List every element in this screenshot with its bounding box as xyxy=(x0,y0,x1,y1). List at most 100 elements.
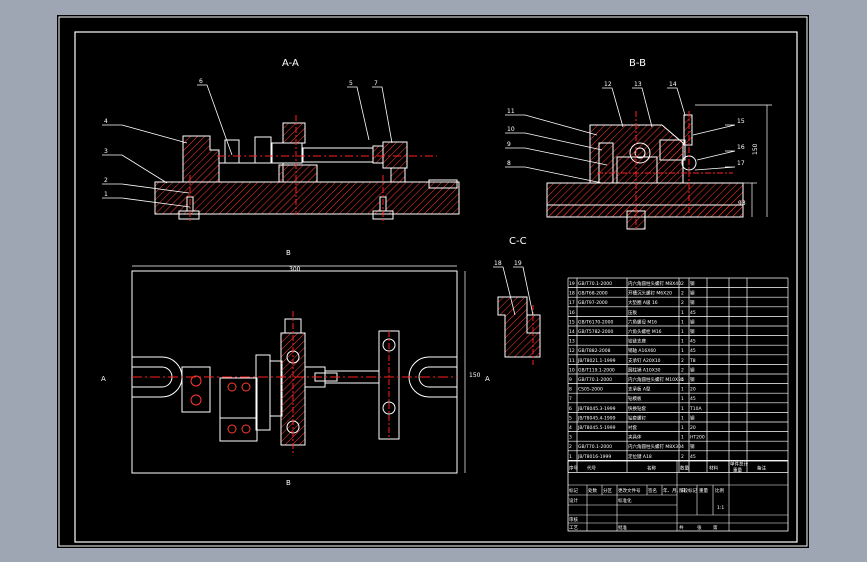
bom-material: T8 xyxy=(689,358,696,364)
bom-name: 开槽沉头螺钉 M6X20 xyxy=(628,290,672,297)
marker-a-left: A xyxy=(101,375,106,383)
bom-header-total-weight: 总计 xyxy=(739,460,748,467)
title-block-frame xyxy=(567,460,789,532)
callout-13: 13 xyxy=(634,81,642,88)
bom-header-code: 代号 xyxy=(587,464,596,471)
tb-sheet-no: 第 xyxy=(713,524,718,531)
bom-qty: 1 xyxy=(681,415,684,421)
bom-qty: 1 xyxy=(681,348,684,354)
plan-block-low xyxy=(219,417,258,442)
fixture-base xyxy=(154,181,460,215)
bom-header-material: 材料 xyxy=(709,464,718,471)
bom-name: 夹具体 xyxy=(628,434,642,441)
bom-name: 压板 xyxy=(628,309,637,316)
drill-shaft xyxy=(302,147,374,163)
bom-no: 6 xyxy=(569,406,572,412)
bom-no: 15 xyxy=(569,319,575,325)
tb-standardize: 标准化 xyxy=(618,497,632,504)
bom-qty: 2 xyxy=(681,291,684,297)
callout-16: 16 xyxy=(737,144,745,151)
bom-name: 支承板 A型 xyxy=(628,386,651,393)
callout-6: 6 xyxy=(199,78,203,85)
bom-qty: 1 xyxy=(681,319,684,325)
bom-qty: 1 xyxy=(681,310,684,316)
bom-name: 支承钉 A20X10 xyxy=(628,357,661,364)
bom-no: 2 xyxy=(569,444,572,450)
bom-name: 六角螺母 M16 xyxy=(628,318,657,325)
bom-material: 20 xyxy=(690,387,696,393)
bom-no: 3 xyxy=(569,435,572,441)
bom-material: 钢 xyxy=(690,280,695,287)
callout-5: 5 xyxy=(349,80,353,87)
bom-qty: 1 xyxy=(681,339,684,345)
right-post xyxy=(390,167,406,183)
bom-material: HT200 xyxy=(690,435,705,441)
view-label-c: C-C xyxy=(509,236,527,247)
bom-no: 7 xyxy=(569,396,572,402)
bom-qty: 2 xyxy=(681,454,684,460)
c-section-body xyxy=(497,296,541,358)
marker-a-right: A xyxy=(485,375,490,383)
tb-design: 设计 xyxy=(569,497,578,504)
bom-code: GB/T70.1-2000 xyxy=(578,444,612,450)
tb-sheet-unit: 张 xyxy=(697,524,702,531)
tb-mark: 标记 xyxy=(569,487,578,494)
callout-12: 12 xyxy=(604,81,612,88)
bom-qty: 4 xyxy=(681,444,684,450)
callout-10: 10 xyxy=(507,126,515,133)
left-support-block xyxy=(182,135,220,183)
callout-15: 15 xyxy=(737,118,745,125)
bom-name: 内六角圆柱头螺钉 M8X30 xyxy=(628,443,681,450)
tb-sign: 签名 xyxy=(648,487,657,494)
bom-code: GB/T68-2000 xyxy=(578,291,608,297)
plan-plate-2 xyxy=(269,360,283,417)
bom-qty: 2 xyxy=(681,281,684,287)
drawing-sheet: A-A 1 2 3 4 6 5 7 B-B 150 93 11 10 9 8 1… xyxy=(57,15,809,548)
bushing-housing xyxy=(224,139,240,164)
bom-qty: 1 xyxy=(681,329,684,335)
tb-weight: 重量 xyxy=(699,487,708,494)
bom-material: 钢 xyxy=(690,414,695,421)
callout-18: 18 xyxy=(494,260,502,267)
tb-process: 工艺 xyxy=(569,525,578,531)
callout-17: 17 xyxy=(737,160,745,167)
tb-review: 审核 xyxy=(569,516,578,523)
bom-name: 大垫圈 A级 16 xyxy=(628,299,658,306)
plan-dim-150: 150 xyxy=(469,372,481,379)
bom-material: 45 xyxy=(690,396,696,402)
bom-qty: 4 xyxy=(681,377,684,383)
bom-material: 20 xyxy=(690,425,696,431)
bom-no: 8 xyxy=(569,387,572,393)
bom-no: 12 xyxy=(569,348,575,354)
plan-dim-300: 300 xyxy=(289,266,301,273)
callout-3: 3 xyxy=(104,148,108,155)
bom-no: 4 xyxy=(569,425,572,431)
bom-code: GB/T5782-2000 xyxy=(578,329,614,335)
callout-9: 9 xyxy=(507,141,511,148)
b-clamp xyxy=(659,139,686,161)
bom-material: 钢 xyxy=(690,366,695,373)
bom-code: GB/T70.1-2000 xyxy=(578,281,612,287)
callout-11: 11 xyxy=(507,108,515,115)
clamp-lower xyxy=(278,164,318,183)
bom-qty: 1 xyxy=(681,387,684,393)
view-label-a: A-A xyxy=(282,58,299,69)
bom-name: 定位键 A18 xyxy=(628,453,652,460)
plan-view: 300 150 A A B B xyxy=(101,249,490,487)
right-clamp xyxy=(382,141,408,169)
plan-hole-5 xyxy=(227,424,237,434)
bom-material: 45 xyxy=(690,339,696,345)
bom-qty: 1 xyxy=(681,425,684,431)
plan-hole-3 xyxy=(227,382,237,392)
bom-code: GB/T97-2000 xyxy=(578,300,608,306)
bom-qty: 1 xyxy=(681,435,684,441)
b-bolt xyxy=(683,114,693,146)
tb-zone: 分区 xyxy=(603,487,612,494)
title-block: 标记 处数 分区 更改文件号 签名 年、月、日 设计 标准化 审核 工艺 批准 … xyxy=(567,460,789,532)
bom-name: 钻模板 xyxy=(628,395,642,402)
bom-code: JB/T8016-1999 xyxy=(577,454,611,460)
marker-b-top: B xyxy=(286,249,291,257)
plan-hole-2 xyxy=(190,394,202,406)
bom-name: 衬套 xyxy=(628,424,637,431)
bom-no: 16 xyxy=(569,310,575,316)
